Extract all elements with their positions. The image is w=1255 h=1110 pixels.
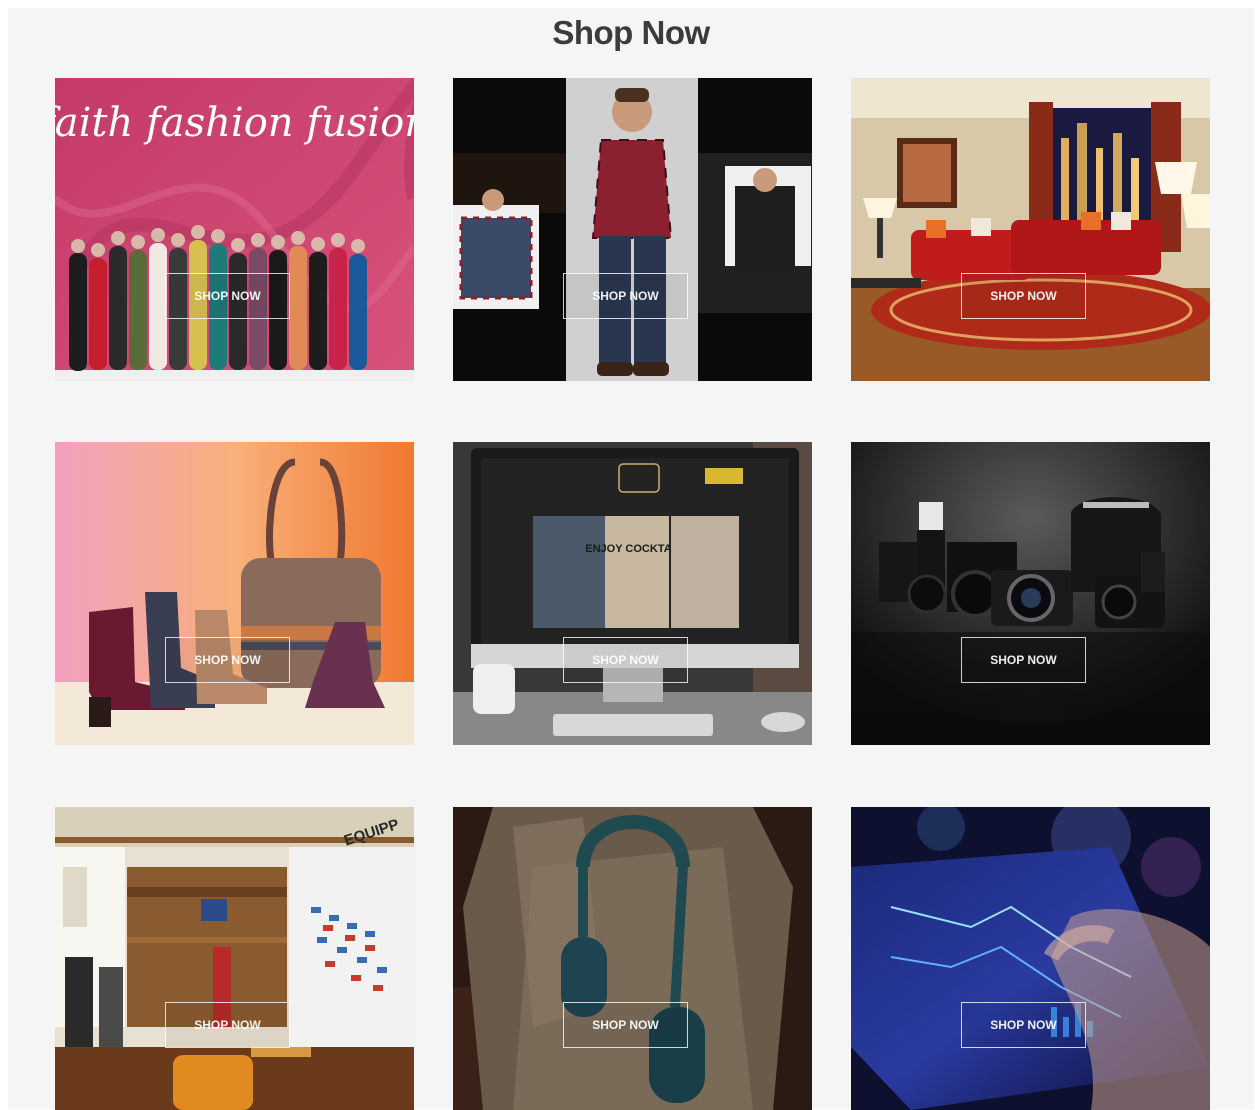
shop-now-button[interactable]: SHOP NOW <box>961 1002 1086 1048</box>
headphones-image <box>453 807 812 1110</box>
store-interior-image: EQUIPP <box>55 807 414 1110</box>
shop-now-section: Shop Now faith fashion fusion SHOP NOW S… <box>8 8 1254 1110</box>
menswear-image <box>453 78 812 381</box>
tile-menswear[interactable]: SHOP NOW <box>453 78 812 381</box>
tile-shoes-bags[interactable]: SHOP NOW <box>55 442 414 745</box>
fashion-banner-text: faith fashion fusion <box>55 100 414 146</box>
tile-website-mockup[interactable]: ENJOY COCKTAILS SHOP NOW <box>453 442 812 745</box>
tile-mobile-tablet[interactable]: SHOP NOW <box>851 807 1210 1110</box>
shop-now-button[interactable]: SHOP NOW <box>563 273 688 319</box>
cameras-image <box>851 442 1210 745</box>
shoes-bag-image <box>55 442 414 745</box>
tile-home-interior[interactable]: SHOP NOW <box>851 78 1210 381</box>
tile-cameras[interactable]: SHOP NOW <box>851 442 1210 745</box>
shop-now-button[interactable]: SHOP NOW <box>165 637 290 683</box>
monitor-image: ENJOY COCKTAILS <box>453 442 812 745</box>
living-room-image <box>851 78 1210 381</box>
shop-now-button[interactable]: SHOP NOW <box>165 1002 290 1048</box>
shop-now-button[interactable]: SHOP NOW <box>563 637 688 683</box>
shop-now-button[interactable]: SHOP NOW <box>165 273 290 319</box>
tile-headphones[interactable]: SHOP NOW <box>453 807 812 1110</box>
tile-fashion[interactable]: faith fashion fusion SHOP NOW <box>55 78 414 381</box>
fashion-image: faith fashion fusion <box>55 78 414 381</box>
shop-now-button[interactable]: SHOP NOW <box>961 637 1086 683</box>
shop-now-button[interactable]: SHOP NOW <box>961 273 1086 319</box>
tile-sports-store[interactable]: EQUIPP SHOP NOW <box>55 807 414 1110</box>
shop-now-button[interactable]: SHOP NOW <box>563 1002 688 1048</box>
tablet-image <box>851 807 1210 1110</box>
page-title: Shop Now <box>552 14 710 51</box>
